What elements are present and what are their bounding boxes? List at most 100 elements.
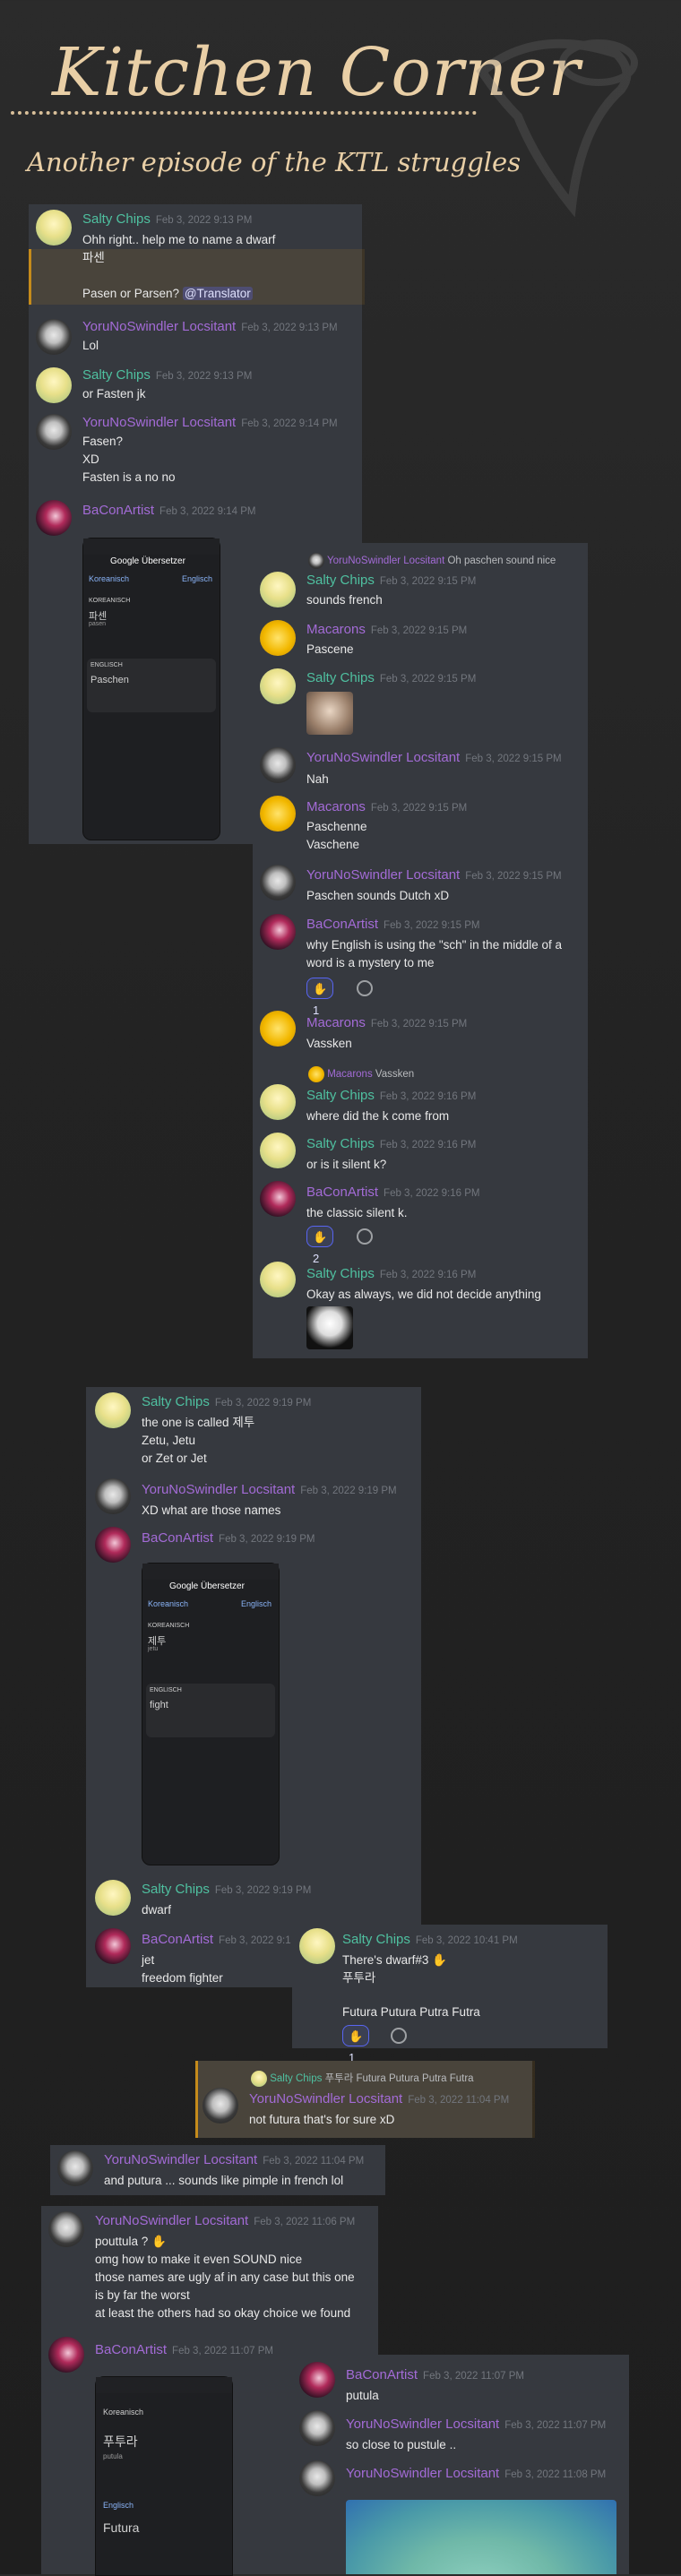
- avatar[interactable]: [260, 1084, 296, 1120]
- author-name[interactable]: YoruNoSwindler Locsitant: [306, 750, 460, 765]
- author-name[interactable]: YoruNoSwindler Locsitant: [104, 2152, 257, 2167]
- translation-text: Futura: [103, 2520, 140, 2535]
- avatar[interactable]: [299, 2410, 335, 2446]
- avatar[interactable]: [36, 319, 72, 355]
- reaction-button[interactable]: ✋ 1: [306, 978, 334, 1017]
- reply-reference[interactable]: Macarons Vassken: [308, 1066, 414, 1082]
- sticker-image[interactable]: [306, 1306, 353, 1349]
- author-name[interactable]: Macarons: [306, 622, 366, 637]
- avatar[interactable]: [260, 796, 296, 831]
- message-text: freedom fighter: [142, 1971, 223, 1985]
- avatar[interactable]: [260, 1181, 296, 1217]
- message-text: omg how to make it even SOUND nice: [95, 2253, 303, 2266]
- avatar[interactable]: [48, 2337, 84, 2373]
- avatar[interactable]: [203, 2088, 238, 2124]
- author-name[interactable]: Salty Chips: [306, 573, 375, 588]
- meme-image[interactable]: [346, 2500, 616, 2574]
- author-name[interactable]: Macarons: [306, 799, 366, 814]
- emoji-icon: ✋: [432, 1953, 447, 1967]
- timestamp: Feb 3, 2022 9:14 PM: [241, 418, 338, 429]
- message-text: so close to pustule ..: [346, 2438, 457, 2451]
- author-name[interactable]: Salty Chips: [306, 1088, 375, 1103]
- add-reaction-icon[interactable]: [357, 1228, 373, 1245]
- author-name[interactable]: BaConArtist: [306, 917, 378, 932]
- message-text: the one is called 제투: [142, 1416, 255, 1429]
- avatar[interactable]: [260, 620, 296, 656]
- author-name[interactable]: BaConArtist: [306, 1185, 378, 1200]
- avatar[interactable]: [36, 414, 72, 450]
- reaction-button[interactable]: ✋ 2: [306, 1226, 334, 1265]
- reply-reference[interactable]: YoruNoSwindler Locsitant Oh paschen soun…: [308, 553, 556, 569]
- timestamp: Feb 3, 2022 9:19 PM: [300, 1486, 397, 1496]
- message-text: Lol: [82, 339, 99, 352]
- timestamp: Feb 3, 2022 10:41 PM: [415, 1935, 518, 1946]
- screenshot-attachment[interactable]: Google Übersetzer Koreanisch Englisch KO…: [142, 1563, 280, 1865]
- timestamp: Feb 3, 2022 9:19 PM: [214, 1398, 312, 1409]
- avatar[interactable]: [95, 1527, 131, 1563]
- avatar[interactable]: [260, 1011, 296, 1047]
- timestamp: Feb 3, 2022 9:15 PM: [370, 803, 468, 814]
- avatar[interactable]: [95, 1880, 131, 1916]
- message-text: pouttula ?: [95, 2235, 152, 2248]
- author-name[interactable]: YoruNoSwindler Locsitant: [82, 319, 236, 334]
- author-name[interactable]: BaConArtist: [346, 2367, 418, 2382]
- add-reaction-icon[interactable]: [357, 980, 373, 996]
- author-name[interactable]: BaConArtist: [142, 1932, 213, 1947]
- author-name[interactable]: Salty Chips: [82, 367, 151, 383]
- author-name[interactable]: YoruNoSwindler Locsitant: [142, 1482, 295, 1497]
- avatar[interactable]: [57, 2150, 93, 2186]
- author-name[interactable]: BaConArtist: [82, 503, 154, 518]
- avatar[interactable]: [299, 1928, 335, 1964]
- avatar[interactable]: [36, 210, 72, 246]
- author-name[interactable]: BaConArtist: [142, 1530, 213, 1546]
- author-name[interactable]: Salty Chips: [142, 1394, 210, 1409]
- avatar[interactable]: [95, 1928, 131, 1964]
- author-name[interactable]: YoruNoSwindler Locsitant: [249, 2091, 402, 2106]
- romanization: putula: [103, 2452, 123, 2460]
- author-name[interactable]: Salty Chips: [142, 1882, 210, 1897]
- avatar[interactable]: [299, 2362, 335, 2398]
- author-name[interactable]: YoruNoSwindler Locsitant: [95, 2213, 248, 2228]
- author-name[interactable]: YoruNoSwindler Locsitant: [82, 415, 236, 430]
- message-text: Pasen or Parsen?: [82, 287, 183, 300]
- add-reaction-icon[interactable]: [391, 2028, 407, 2044]
- avatar[interactable]: [260, 747, 296, 783]
- author-name[interactable]: Salty Chips: [342, 1932, 410, 1947]
- message-text: Zetu, Jetu: [142, 1434, 196, 1447]
- avatar[interactable]: [260, 572, 296, 607]
- horn-icon: [476, 39, 638, 218]
- sticker-image[interactable]: [306, 692, 353, 735]
- author-name[interactable]: Salty Chips: [82, 211, 151, 227]
- avatar[interactable]: [260, 914, 296, 950]
- message-text: why English is using the "sch" in the mi…: [306, 938, 562, 952]
- avatar[interactable]: [95, 1478, 131, 1514]
- message-text: Fasen?: [82, 435, 124, 448]
- avatar: [308, 1066, 324, 1082]
- screenshot-attachment[interactable]: Google Übersetzer Koreanisch Englisch KO…: [82, 538, 220, 840]
- avatar[interactable]: [260, 1262, 296, 1297]
- avatar[interactable]: [299, 2460, 335, 2496]
- author-name[interactable]: YoruNoSwindler Locsitant: [346, 2417, 499, 2432]
- timestamp: Feb 3, 2022 9:16 PM: [379, 1091, 477, 1102]
- author-name[interactable]: BaConArtist: [95, 2342, 167, 2357]
- reply-reference[interactable]: Salty Chips 푸투라 Futura Putura Putra Futr…: [251, 2071, 474, 2087]
- screenshot-attachment[interactable]: Koreanisch 푸투라 putula Englisch Futura: [95, 2376, 233, 2576]
- author-name[interactable]: Salty Chips: [306, 1136, 375, 1151]
- author-name[interactable]: Salty Chips: [306, 670, 375, 685]
- message-text: those names are ugly af in any case but …: [95, 2270, 355, 2284]
- romanization: pasen: [89, 621, 107, 627]
- avatar[interactable]: [95, 1392, 131, 1428]
- avatar[interactable]: [36, 367, 72, 403]
- author-name[interactable]: YoruNoSwindler Locsitant: [346, 2466, 499, 2481]
- author-name[interactable]: Macarons: [306, 1015, 366, 1030]
- avatar[interactable]: [36, 500, 72, 536]
- author-name[interactable]: Salty Chips: [306, 1266, 375, 1281]
- mention[interactable]: @Translator: [182, 287, 253, 300]
- avatar[interactable]: [260, 1133, 296, 1168]
- avatar[interactable]: [260, 865, 296, 900]
- avatar[interactable]: [48, 2211, 84, 2247]
- source-language: Koreanisch: [89, 574, 130, 583]
- reaction-button[interactable]: ✋ 1: [342, 2025, 370, 2064]
- avatar[interactable]: [260, 668, 296, 704]
- author-name[interactable]: YoruNoSwindler Locsitant: [306, 867, 460, 883]
